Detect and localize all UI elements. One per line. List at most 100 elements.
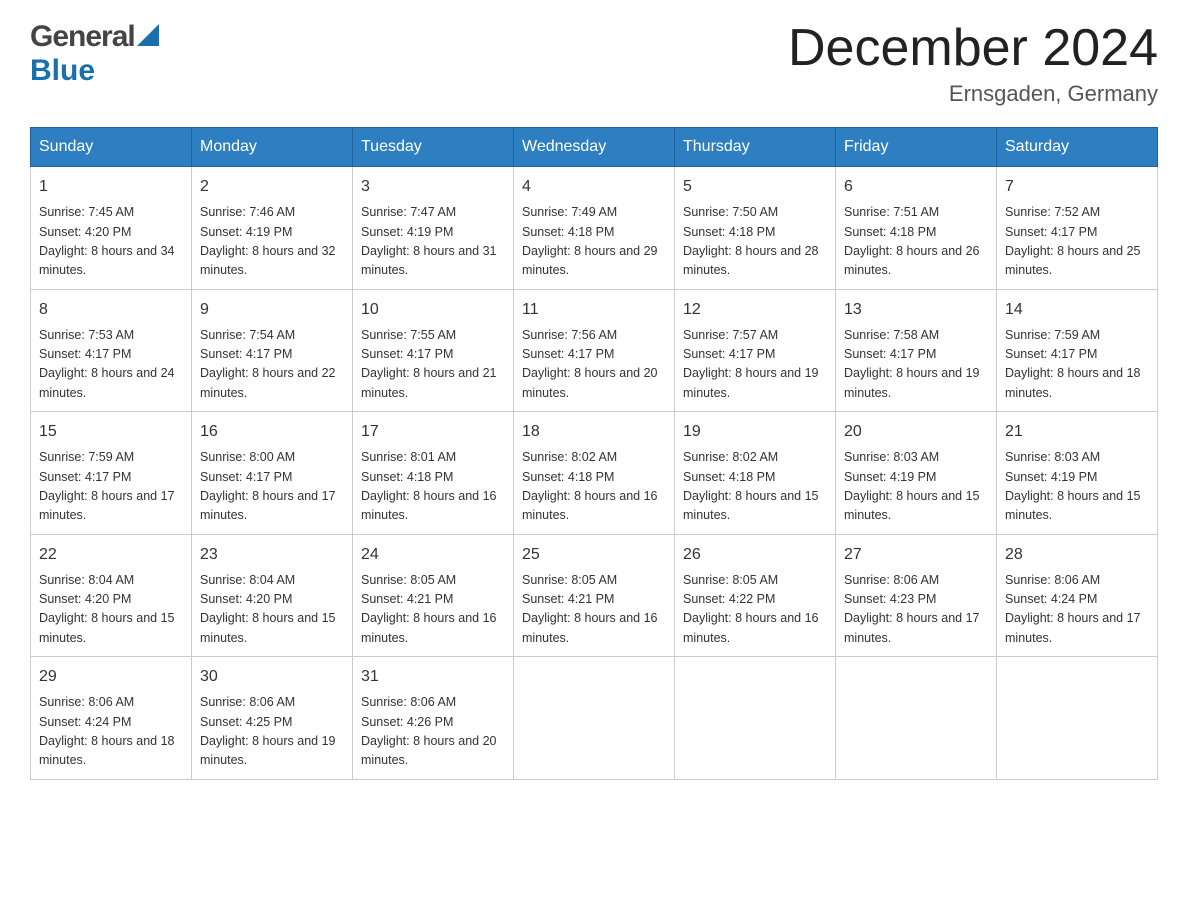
calendar-cell: 28 Sunrise: 8:06 AMSunset: 4:24 PMDaylig…: [997, 534, 1158, 657]
calendar-cell: [675, 657, 836, 780]
day-info: Sunrise: 7:56 AMSunset: 4:17 PMDaylight:…: [522, 326, 666, 404]
logo-general-text: General: [30, 20, 135, 54]
calendar-cell: 9 Sunrise: 7:54 AMSunset: 4:17 PMDayligh…: [192, 289, 353, 412]
day-info: Sunrise: 8:05 AMSunset: 4:21 PMDaylight:…: [361, 571, 505, 649]
calendar-week-row: 15 Sunrise: 7:59 AMSunset: 4:17 PMDaylig…: [31, 412, 1158, 535]
day-number: 11: [522, 298, 666, 322]
day-number: 10: [361, 298, 505, 322]
day-info: Sunrise: 8:03 AMSunset: 4:19 PMDaylight:…: [1005, 448, 1149, 526]
day-info: Sunrise: 7:53 AMSunset: 4:17 PMDaylight:…: [39, 326, 183, 404]
calendar-cell: 30 Sunrise: 8:06 AMSunset: 4:25 PMDaylig…: [192, 657, 353, 780]
header-saturday: Saturday: [997, 128, 1158, 167]
day-info: Sunrise: 8:06 AMSunset: 4:24 PMDaylight:…: [1005, 571, 1149, 649]
calendar-table: Sunday Monday Tuesday Wednesday Thursday…: [30, 127, 1158, 780]
day-number: 5: [683, 175, 827, 199]
calendar-cell: 16 Sunrise: 8:00 AMSunset: 4:17 PMDaylig…: [192, 412, 353, 535]
calendar-cell: 3 Sunrise: 7:47 AMSunset: 4:19 PMDayligh…: [353, 167, 514, 290]
day-number: 13: [844, 298, 988, 322]
day-number: 21: [1005, 420, 1149, 444]
month-title: December 2024: [788, 20, 1158, 77]
day-info: Sunrise: 7:55 AMSunset: 4:17 PMDaylight:…: [361, 326, 505, 404]
day-number: 12: [683, 298, 827, 322]
calendar-cell: 8 Sunrise: 7:53 AMSunset: 4:17 PMDayligh…: [31, 289, 192, 412]
calendar-cell: 6 Sunrise: 7:51 AMSunset: 4:18 PMDayligh…: [836, 167, 997, 290]
day-info: Sunrise: 7:58 AMSunset: 4:17 PMDaylight:…: [844, 326, 988, 404]
calendar-week-row: 22 Sunrise: 8:04 AMSunset: 4:20 PMDaylig…: [31, 534, 1158, 657]
day-info: Sunrise: 7:46 AMSunset: 4:19 PMDaylight:…: [200, 203, 344, 281]
page-header: General Blue December 2024 Ernsgaden, Ge…: [30, 20, 1158, 107]
day-info: Sunrise: 8:02 AMSunset: 4:18 PMDaylight:…: [683, 448, 827, 526]
calendar-cell: 4 Sunrise: 7:49 AMSunset: 4:18 PMDayligh…: [514, 167, 675, 290]
day-info: Sunrise: 7:52 AMSunset: 4:17 PMDaylight:…: [1005, 203, 1149, 281]
calendar-cell: 29 Sunrise: 8:06 AMSunset: 4:24 PMDaylig…: [31, 657, 192, 780]
day-number: 2: [200, 175, 344, 199]
calendar-cell: 21 Sunrise: 8:03 AMSunset: 4:19 PMDaylig…: [997, 412, 1158, 535]
calendar-cell: 20 Sunrise: 8:03 AMSunset: 4:19 PMDaylig…: [836, 412, 997, 535]
day-info: Sunrise: 7:59 AMSunset: 4:17 PMDaylight:…: [1005, 326, 1149, 404]
day-number: 14: [1005, 298, 1149, 322]
day-info: Sunrise: 7:45 AMSunset: 4:20 PMDaylight:…: [39, 203, 183, 281]
day-number: 20: [844, 420, 988, 444]
calendar-cell: 15 Sunrise: 7:59 AMSunset: 4:17 PMDaylig…: [31, 412, 192, 535]
day-info: Sunrise: 8:05 AMSunset: 4:21 PMDaylight:…: [522, 571, 666, 649]
day-number: 7: [1005, 175, 1149, 199]
day-number: 16: [200, 420, 344, 444]
header-monday: Monday: [192, 128, 353, 167]
header-thursday: Thursday: [675, 128, 836, 167]
header-tuesday: Tuesday: [353, 128, 514, 167]
day-info: Sunrise: 8:03 AMSunset: 4:19 PMDaylight:…: [844, 448, 988, 526]
day-number: 6: [844, 175, 988, 199]
calendar-cell: 17 Sunrise: 8:01 AMSunset: 4:18 PMDaylig…: [353, 412, 514, 535]
calendar-cell: 31 Sunrise: 8:06 AMSunset: 4:26 PMDaylig…: [353, 657, 514, 780]
logo: General Blue: [30, 20, 161, 88]
day-info: Sunrise: 8:06 AMSunset: 4:24 PMDaylight:…: [39, 693, 183, 771]
calendar-cell: 26 Sunrise: 8:05 AMSunset: 4:22 PMDaylig…: [675, 534, 836, 657]
day-info: Sunrise: 7:51 AMSunset: 4:18 PMDaylight:…: [844, 203, 988, 281]
day-number: 19: [683, 420, 827, 444]
day-info: Sunrise: 8:02 AMSunset: 4:18 PMDaylight:…: [522, 448, 666, 526]
logo-triangle-icon: [137, 24, 159, 46]
calendar-cell: 14 Sunrise: 7:59 AMSunset: 4:17 PMDaylig…: [997, 289, 1158, 412]
day-number: 3: [361, 175, 505, 199]
calendar-cell: [836, 657, 997, 780]
calendar-cell: 10 Sunrise: 7:55 AMSunset: 4:17 PMDaylig…: [353, 289, 514, 412]
calendar-cell: 23 Sunrise: 8:04 AMSunset: 4:20 PMDaylig…: [192, 534, 353, 657]
title-block: December 2024 Ernsgaden, Germany: [788, 20, 1158, 107]
day-number: 27: [844, 543, 988, 567]
day-number: 30: [200, 665, 344, 689]
calendar-cell: 24 Sunrise: 8:05 AMSunset: 4:21 PMDaylig…: [353, 534, 514, 657]
day-info: Sunrise: 8:06 AMSunset: 4:23 PMDaylight:…: [844, 571, 988, 649]
day-info: Sunrise: 8:06 AMSunset: 4:26 PMDaylight:…: [361, 693, 505, 771]
calendar-cell: 5 Sunrise: 7:50 AMSunset: 4:18 PMDayligh…: [675, 167, 836, 290]
day-info: Sunrise: 7:47 AMSunset: 4:19 PMDaylight:…: [361, 203, 505, 281]
day-info: Sunrise: 8:04 AMSunset: 4:20 PMDaylight:…: [200, 571, 344, 649]
day-number: 18: [522, 420, 666, 444]
day-number: 8: [39, 298, 183, 322]
calendar-week-row: 29 Sunrise: 8:06 AMSunset: 4:24 PMDaylig…: [31, 657, 1158, 780]
day-number: 24: [361, 543, 505, 567]
logo-blue-text: Blue: [30, 54, 95, 87]
calendar-cell: 12 Sunrise: 7:57 AMSunset: 4:17 PMDaylig…: [675, 289, 836, 412]
calendar-week-row: 1 Sunrise: 7:45 AMSunset: 4:20 PMDayligh…: [31, 167, 1158, 290]
calendar-week-row: 8 Sunrise: 7:53 AMSunset: 4:17 PMDayligh…: [31, 289, 1158, 412]
calendar-cell: 11 Sunrise: 7:56 AMSunset: 4:17 PMDaylig…: [514, 289, 675, 412]
calendar-cell: [514, 657, 675, 780]
day-info: Sunrise: 7:50 AMSunset: 4:18 PMDaylight:…: [683, 203, 827, 281]
day-info: Sunrise: 8:04 AMSunset: 4:20 PMDaylight:…: [39, 571, 183, 649]
day-number: 22: [39, 543, 183, 567]
calendar-cell: 27 Sunrise: 8:06 AMSunset: 4:23 PMDaylig…: [836, 534, 997, 657]
day-number: 17: [361, 420, 505, 444]
day-number: 9: [200, 298, 344, 322]
day-info: Sunrise: 7:49 AMSunset: 4:18 PMDaylight:…: [522, 203, 666, 281]
header-wednesday: Wednesday: [514, 128, 675, 167]
calendar-cell: 1 Sunrise: 7:45 AMSunset: 4:20 PMDayligh…: [31, 167, 192, 290]
calendar-cell: 18 Sunrise: 8:02 AMSunset: 4:18 PMDaylig…: [514, 412, 675, 535]
day-info: Sunrise: 7:59 AMSunset: 4:17 PMDaylight:…: [39, 448, 183, 526]
day-number: 29: [39, 665, 183, 689]
calendar-cell: [997, 657, 1158, 780]
day-info: Sunrise: 7:54 AMSunset: 4:17 PMDaylight:…: [200, 326, 344, 404]
calendar-cell: 13 Sunrise: 7:58 AMSunset: 4:17 PMDaylig…: [836, 289, 997, 412]
day-info: Sunrise: 8:00 AMSunset: 4:17 PMDaylight:…: [200, 448, 344, 526]
day-number: 26: [683, 543, 827, 567]
day-number: 15: [39, 420, 183, 444]
